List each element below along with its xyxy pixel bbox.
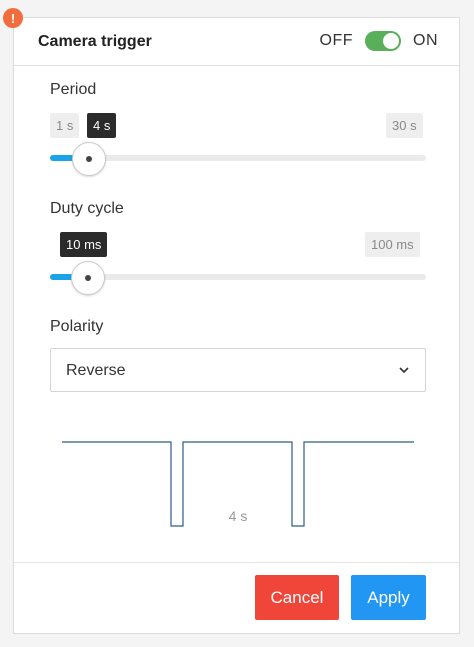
period-min-tick: 1 s [50,113,80,138]
toggle-knob [383,33,399,49]
panel-title: Camera trigger [38,33,152,50]
period-slider-track[interactable] [50,155,426,161]
chevron-down-icon [399,367,409,374]
duty-cycle-max-tick: 100 ms [365,232,420,257]
apply-button[interactable]: Apply [351,575,426,620]
panel-header: Camera trigger OFF ON [14,18,459,66]
duty-cycle-slider-track[interactable] [50,274,426,280]
polarity-select[interactable]: Reverse [50,348,426,392]
waveform-preview: 4 s [62,441,414,527]
period-max-tick: 30 s [386,113,423,138]
camera-trigger-panel: Camera trigger OFF ON Period 1 s 4 s 30 … [13,17,460,634]
alert-icon: ! [3,8,23,28]
duty-cycle-value-tooltip: 10 ms [60,232,108,257]
toggle-on-label: ON [413,32,438,49]
toggle-off-label: OFF [319,32,353,49]
period-slider-thumb[interactable] [71,142,106,176]
cancel-button[interactable]: Cancel [255,575,339,620]
period-label: Period [50,81,97,98]
toggle-switch[interactable] [365,31,401,51]
waveform-period-label: 4 s [229,508,248,524]
duty-cycle-label: Duty cycle [50,200,124,217]
power-toggle: OFF ON [320,31,439,51]
polarity-selected-value: Reverse [66,362,126,379]
period-value-tooltip: 4 s [87,113,117,138]
duty-cycle-slider-thumb[interactable] [70,261,105,295]
panel-footer: Cancel Apply [14,562,459,633]
polarity-label: Polarity [50,318,104,335]
